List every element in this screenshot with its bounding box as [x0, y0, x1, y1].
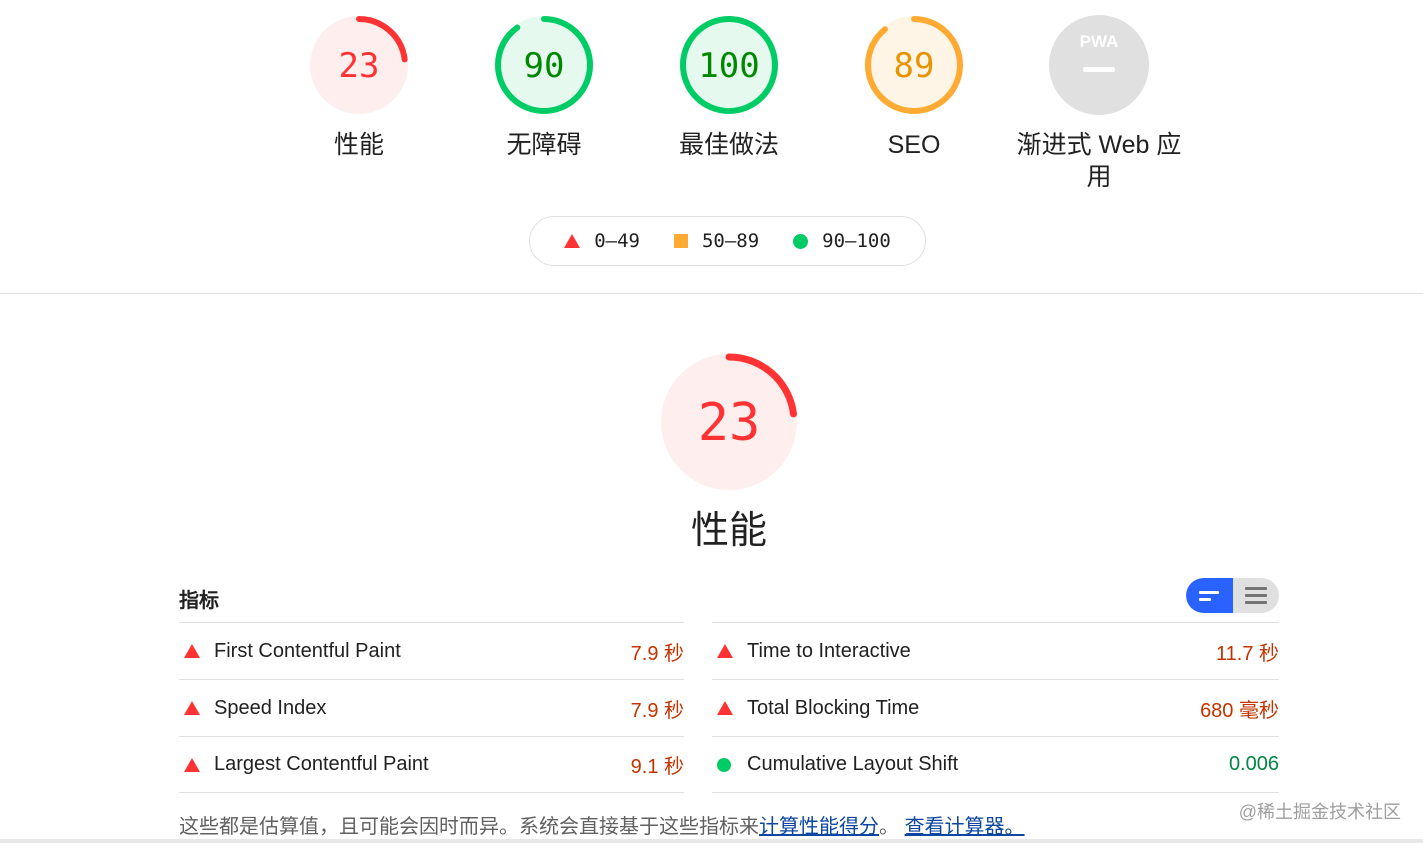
gauge-score: 90 — [524, 46, 565, 86]
gauge-score: 23 — [339, 46, 380, 86]
note-text: 这些都是估算值，且可能会因时而异。系统会直接基于这些指标来 — [179, 816, 759, 838]
fail-triangle-icon — [184, 757, 200, 772]
gauge-score: 89 — [894, 46, 935, 86]
gauge-performance-ring: 23 — [310, 16, 408, 114]
compact-view-button[interactable] — [1186, 578, 1233, 613]
pass-circle-icon — [717, 757, 731, 772]
fail-triangle-icon — [184, 701, 200, 715]
legend-pass: 90–100 — [793, 230, 891, 252]
legend-range: 50–89 — [701, 230, 760, 252]
gauge-label: 无障碍 — [506, 131, 582, 159]
view-calculator-link[interactable]: 查看计算器。 — [905, 816, 1025, 838]
metric-title: Total Blocking Time — [747, 696, 920, 719]
metric-value: 0.006 — [1228, 753, 1279, 775]
metric-value: 680 毫秒 — [1200, 699, 1279, 722]
metric-row: Largest Contentful Paint 9.1 秒 — [179, 736, 684, 793]
gauge-best-practices[interactable]: 100 最佳做法 — [629, 13, 829, 161]
legend-range: 90–100 — [822, 230, 891, 252]
gauge-label: 性能 — [333, 131, 384, 159]
gauge-accessibility[interactable]: 90 无障碍 — [444, 13, 644, 161]
gauge-accessibility-ring: 90 — [495, 16, 593, 114]
metric-row: Speed Index 7.9 秒 — [179, 679, 684, 736]
pwa-badge-icon: PWA — [1049, 15, 1149, 115]
metrics-view-toggle[interactable] — [1186, 578, 1279, 613]
metrics-list-left: First Contentful Paint 7.9 秒 Speed Index… — [179, 622, 684, 793]
score-legend: 0–49 50–89 90–100 — [529, 216, 926, 266]
gauge-performance[interactable]: 23 性能 — [259, 13, 459, 161]
legend-fail: 0–49 — [564, 230, 640, 252]
gauge-pwa[interactable]: PWA 渐进式 Web 应用 — [999, 13, 1199, 193]
metrics-header: 指标 — [179, 590, 219, 612]
category-gauges: 23 性能 90 无障碍 100 最佳做法 89 SEO PWA 渐进式 Web… — [0, 0, 1423, 200]
bottom-strip — [0, 839, 1423, 843]
metric-value: 7.9 秒 — [630, 699, 684, 722]
legend-range: 0–49 — [594, 230, 640, 252]
metric-row: First Contentful Paint 7.9 秒 — [179, 622, 684, 679]
metric-row: Total Blocking Time 680 毫秒 — [712, 679, 1279, 736]
metrics-note: 这些都是估算值，且可能会因时而异。系统会直接基于这些指标来计算性能得分。 查看计… — [179, 810, 1025, 839]
gauge-label: 渐进式 Web 应用 — [1016, 131, 1182, 191]
metric-title: First Contentful Paint — [214, 639, 401, 662]
gauge-best-practices-ring: 100 — [680, 16, 778, 114]
section-divider — [0, 293, 1423, 294]
watermark: @稀土掘金技术社区 — [1238, 802, 1401, 822]
note-separator: 。 — [879, 816, 899, 838]
gauge-label: SEO — [887, 131, 941, 159]
expanded-view-button[interactable] — [1233, 578, 1280, 613]
calculate-score-link[interactable]: 计算性能得分 — [759, 816, 879, 838]
main-gauge-label: 性能 — [690, 510, 767, 552]
metrics-list-right: Time to Interactive 11.7 秒 Total Blockin… — [712, 622, 1279, 793]
gauge-seo-ring: 89 — [865, 16, 963, 114]
gauge-label: 最佳做法 — [678, 131, 779, 159]
metric-title: Largest Contentful Paint — [214, 753, 429, 775]
metric-title: Speed Index — [214, 696, 327, 719]
average-square-icon — [673, 234, 688, 248]
pass-circle-icon — [793, 233, 809, 249]
gauge-seo[interactable]: 89 SEO — [814, 13, 1014, 161]
metric-value: 11.7 秒 — [1216, 642, 1279, 665]
pwa-badge-text: PWA — [1080, 32, 1119, 51]
fail-triangle-icon — [717, 701, 733, 715]
fail-triangle-icon — [564, 234, 581, 248]
fail-triangle-icon — [184, 644, 200, 658]
metric-title: Time to Interactive — [747, 639, 911, 662]
main-gauge-score: 23 — [698, 393, 761, 453]
gauge-score: 100 — [698, 46, 759, 86]
metric-title: Cumulative Layout Shift — [747, 753, 959, 775]
metric-row: Cumulative Layout Shift 0.006 — [712, 736, 1279, 793]
fail-triangle-icon — [717, 644, 733, 658]
main-performance-gauge: 23 性能 — [629, 350, 829, 554]
main-gauge-ring: 23 — [660, 353, 798, 491]
legend-average: 50–89 — [673, 230, 760, 252]
metric-value: 7.9 秒 — [630, 642, 684, 665]
metric-value: 9.1 秒 — [630, 756, 684, 778]
metric-row: Time to Interactive 11.7 秒 — [712, 622, 1279, 679]
